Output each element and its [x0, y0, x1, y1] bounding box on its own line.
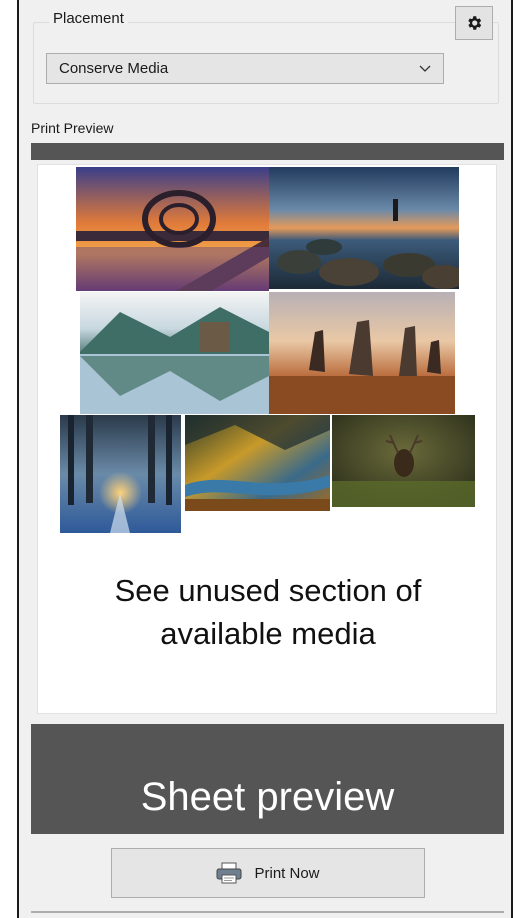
print-preview-label: Print Preview	[31, 120, 114, 136]
placement-dropdown[interactable]: Conserve Media	[46, 53, 444, 84]
sheet-preview-banner: Sheet preview	[31, 724, 504, 834]
placement-dropdown-value: Conserve Media	[59, 60, 169, 77]
gear-icon	[468, 16, 482, 30]
chevron-down-icon	[419, 65, 431, 72]
placement-group-label: Placement	[49, 10, 128, 27]
photo-autumn-valley-river	[185, 415, 330, 511]
unused-media-message: See unused section of available media	[38, 569, 498, 655]
print-preview-progress-bar	[31, 143, 504, 160]
placement-settings-button[interactable]	[455, 6, 493, 40]
sheet-preview-label: Sheet preview	[140, 775, 395, 819]
print-now-button[interactable]: Print Now	[111, 848, 425, 898]
photo-castle-loch-reflection	[80, 292, 269, 414]
print-preview-area[interactable]: See unused section of available media	[37, 164, 497, 714]
print-now-label: Print Now	[254, 864, 320, 882]
photo-stag-in-grass	[332, 415, 475, 507]
photo-rocky-coast-lighthouse	[269, 167, 459, 289]
unused-media-line1: See unused section of	[114, 573, 422, 608]
print-settings-panel: Placement Conserve Media Print Preview S…	[19, 0, 511, 918]
bottom-divider	[31, 911, 504, 913]
progress-fill	[31, 143, 504, 160]
unused-media-line2: available media	[160, 616, 376, 651]
printer-icon	[216, 862, 242, 884]
photo-snowy-forest-sunrise	[60, 415, 181, 533]
photo-standing-stones-sunset	[269, 292, 455, 414]
panel-border-right	[511, 0, 513, 918]
outer-margin	[0, 0, 16, 918]
photo-falkirk-wheel-sunset	[76, 167, 269, 291]
